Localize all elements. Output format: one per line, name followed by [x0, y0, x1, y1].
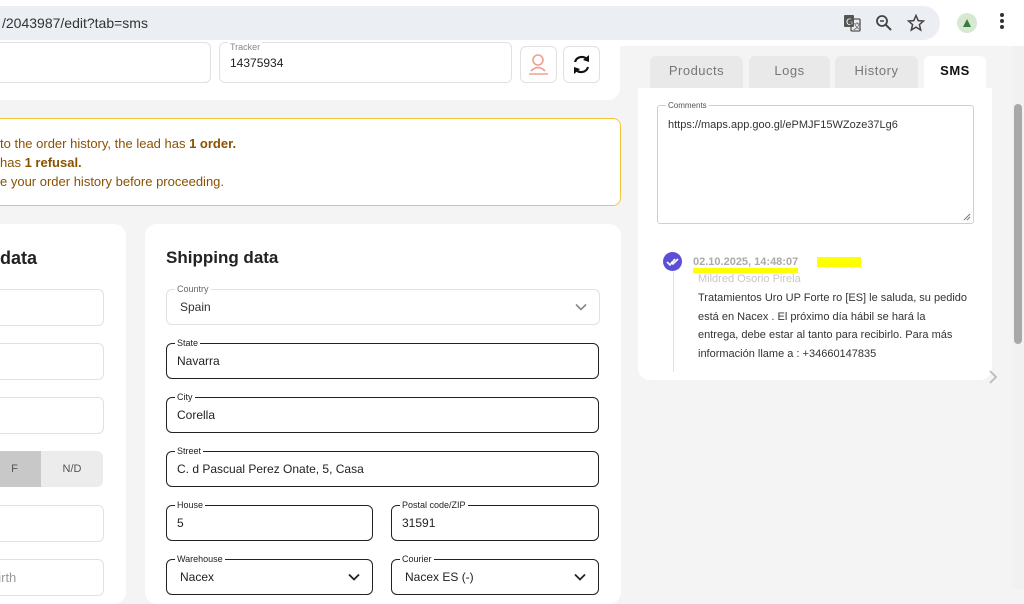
comments-value: https://maps.app.goo.gl/ePMJF15WZoze37Lg… — [668, 119, 898, 131]
country-select[interactable]: Country Spain — [166, 283, 600, 325]
map-pin-icon — [529, 54, 548, 75]
alert-line-3: e your order history before proceeding. — [0, 174, 225, 189]
alert-line-2: has 1 refusal. — [0, 155, 82, 170]
left-data-card: data F N/D birth — [0, 224, 126, 604]
country-value: Spain — [180, 300, 211, 314]
sms-panel: Comments https://maps.app.goo.gl/ePMJF15… — [638, 88, 992, 380]
tab-sms[interactable]: SMS — [924, 56, 986, 88]
left-card-title: data — [0, 248, 38, 268]
dob-field[interactable]: birth — [0, 559, 104, 596]
left-field-3[interactable] — [0, 397, 104, 434]
tracker-field[interactable]: Tracker 14375934 — [219, 41, 512, 83]
refresh-button[interactable] — [563, 46, 600, 83]
scrollbar-thumb[interactable] — [1014, 104, 1022, 344]
chevron-down-icon — [575, 300, 587, 315]
shipping-title: Shipping data — [166, 248, 279, 267]
dob-placeholder: birth — [0, 570, 17, 585]
gender-f-button[interactable]: F — [0, 451, 41, 487]
message-text: Tratamientos Uro UP Forte ro [ES] le sal… — [698, 292, 968, 360]
translate-icon[interactable]: G文 — [843, 14, 861, 32]
message-timestamp: 02.10.2025, 14:48:07 — [693, 255, 799, 273]
url-text[interactable]: /2043987/edit?tab=sms — [2, 15, 148, 31]
state-field[interactable]: State Navarra — [166, 337, 599, 379]
left-field-1[interactable] — [0, 289, 104, 326]
street-field[interactable]: Street C. d Pascual Perez Onate, 5, Casa — [166, 445, 599, 487]
star-icon[interactable] — [906, 13, 926, 32]
tab-history[interactable]: History — [835, 56, 918, 88]
tab-products[interactable]: Products — [650, 56, 743, 88]
header-left-field[interactable] — [0, 42, 211, 83]
comments-textarea[interactable]: Comments https://maps.app.goo.gl/ePMJF15… — [657, 100, 974, 224]
address-bar[interactable]: /2043987/edit?tab=sms G文 — [0, 6, 940, 40]
zoom-icon[interactable] — [875, 14, 893, 32]
street-value: C. d Pascual Perez Onate, 5, Casa — [177, 462, 364, 476]
map-pin-button[interactable] — [520, 46, 557, 83]
postal-value: 31591 — [402, 516, 436, 530]
warehouse-select[interactable]: Warehouse Nacex — [166, 553, 373, 595]
order-history-alert: to the order history, the lead has 1 ord… — [0, 118, 621, 206]
chevron-down-icon — [574, 570, 586, 585]
svg-text:文: 文 — [853, 21, 861, 31]
city-value: Corella — [177, 408, 216, 422]
tracker-value: 14375934 — [230, 55, 284, 70]
chevron-down-icon — [348, 570, 360, 585]
message-author: Mildred Osorio Pirela — [698, 273, 801, 285]
refresh-icon — [573, 55, 590, 74]
double-check-icon — [663, 252, 682, 271]
left-field-4[interactable] — [0, 505, 104, 542]
tab-logs[interactable]: Logs — [749, 56, 830, 88]
state-value: Navarra — [177, 354, 220, 368]
shipping-card: Shipping data Country Spain State Navarr… — [145, 224, 621, 604]
more-vert-icon[interactable] — [995, 12, 1009, 35]
house-field[interactable]: House 5 — [166, 499, 373, 541]
chevron-right-icon[interactable] — [986, 368, 1000, 386]
city-field[interactable]: City Corella — [166, 391, 599, 433]
redacted-highlight — [817, 257, 861, 267]
postal-code-field[interactable]: Postal code/ZIP 31591 — [391, 499, 599, 541]
house-value: 5 — [177, 516, 184, 530]
left-field-2[interactable] — [0, 343, 104, 380]
gender-nd-button[interactable]: N/D — [41, 451, 103, 487]
courier-select[interactable]: Courier Nacex ES (-) — [391, 553, 599, 595]
extension-icon[interactable] — [957, 13, 977, 33]
resize-handle-icon[interactable] — [963, 213, 971, 221]
comments-label: Comments — [666, 100, 709, 112]
timeline-line — [673, 272, 674, 372]
header-card: Tracker 14375934 — [0, 40, 620, 100]
alert-line-1: to the order history, the lead has 1 ord… — [0, 136, 237, 151]
